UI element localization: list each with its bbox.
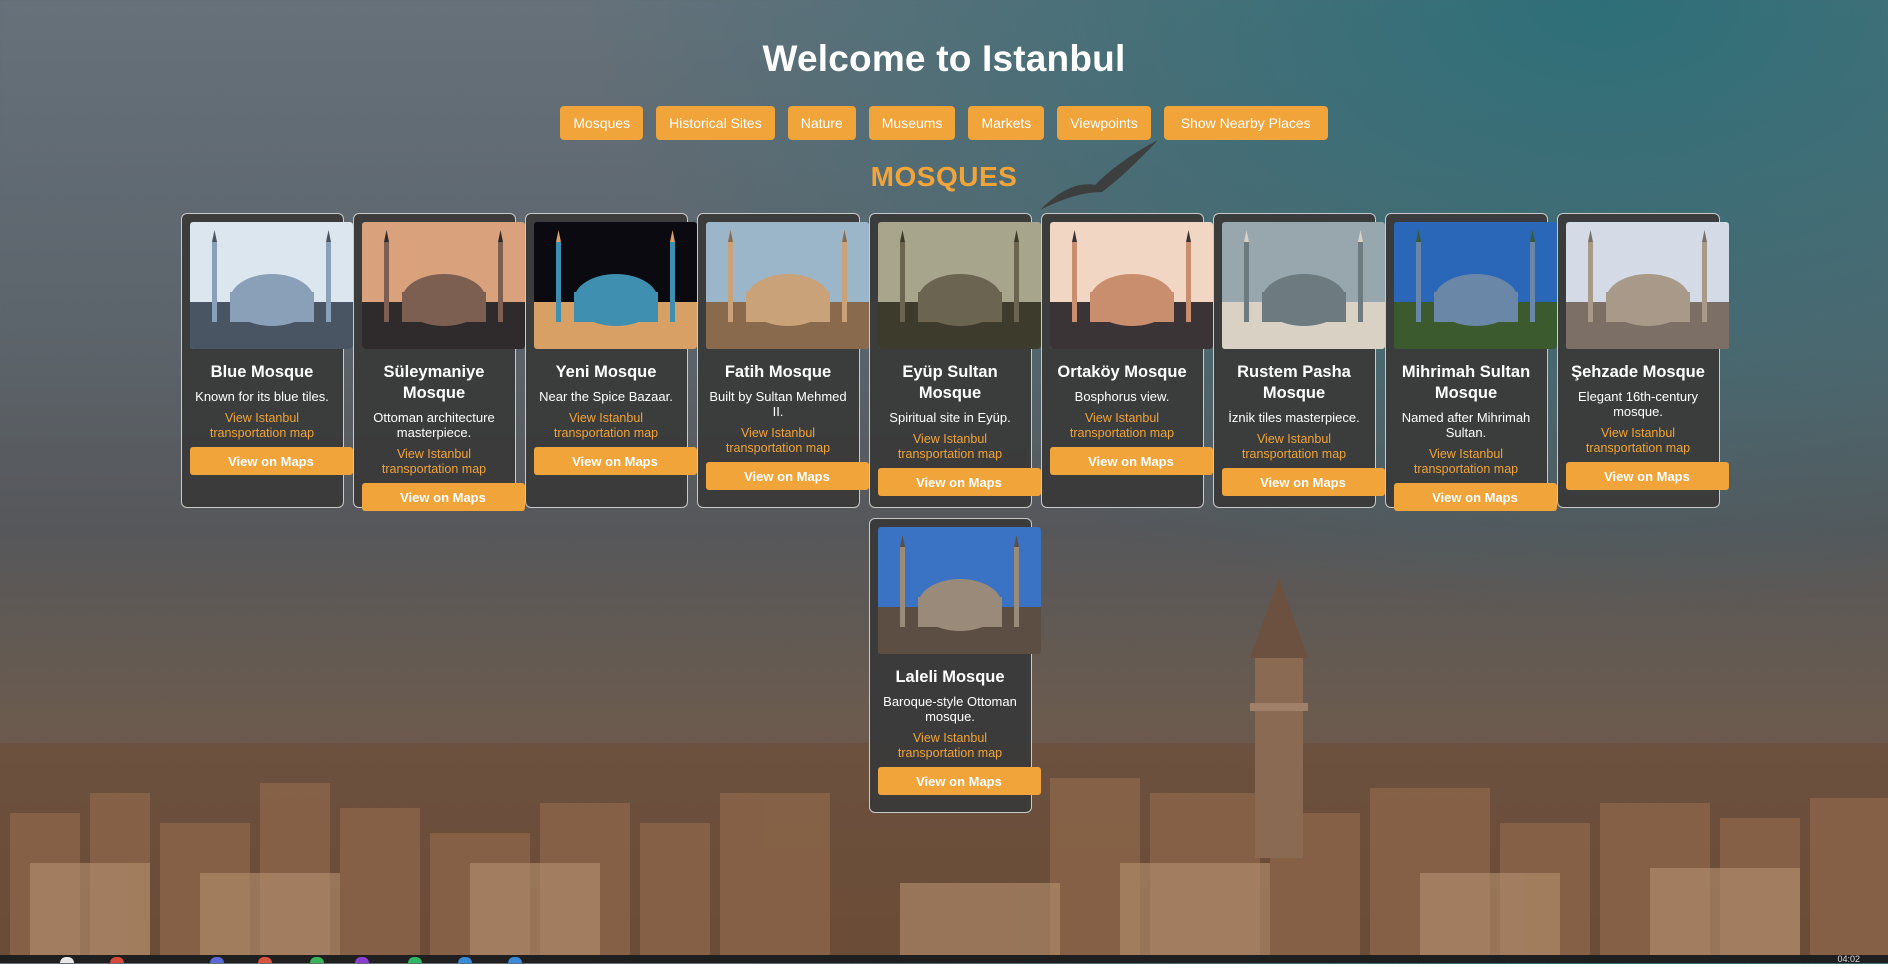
mosque-card: Süleymaniye Mosque Ottoman architecture m…: [352, 213, 525, 511]
mosque-card: Fatih Mosque Built by Sultan Mehmed II. Vi…: [696, 213, 869, 508]
view-on-maps-button[interactable]: View on Maps: [1221, 468, 1385, 496]
mosque-card: Rustem Pasha Mosque İznik tiles masterpie…: [1212, 213, 1385, 508]
transportation-map-link[interactable]: View Istanbul transportation map: [706, 426, 851, 456]
taskbar-clock: 04:02: [1837, 954, 1860, 964]
transportation-map-link[interactable]: View Istanbul transportation map: [878, 731, 1023, 761]
nav-markets-button[interactable]: Markets: [968, 106, 1045, 140]
mosque-card: Şehzade Mosque Elegant 16th-century mosqu…: [1556, 213, 1729, 508]
mosque-description: Known for its blue tiles.: [195, 389, 329, 404]
transportation-map-link[interactable]: View Istanbul transportation map: [1050, 411, 1195, 441]
mosque-card-grid: Blue Mosque Known for its blue tiles. View…: [95, 213, 1805, 813]
nav-mosques-button[interactable]: Mosques: [560, 106, 644, 140]
mosque-name: Ortaköy Mosque: [1057, 363, 1187, 381]
mosque-card: Laleli Mosque Baroque-style Ottoman mosqu…: [868, 518, 1041, 813]
mosque-description: Bosphorus view.: [1074, 389, 1170, 404]
mosque-photo: [533, 222, 697, 349]
mosque-name: Laleli Mosque: [895, 668, 1005, 686]
nav-nature-button[interactable]: Nature: [787, 106, 856, 140]
mosque-name: Mihrimah Sultan Mosque: [1401, 363, 1531, 402]
app-icon[interactable]: [355, 957, 369, 963]
mosque-photo: [361, 222, 525, 349]
section-heading: MOSQUES: [870, 161, 1018, 192]
mosque-card: Mihrimah Sultan Mosque Named after Mihrim…: [1384, 213, 1557, 511]
mosque-name: Yeni Mosque: [555, 363, 657, 381]
mosque-photo: [1565, 222, 1729, 349]
mosque-card: Yeni Mosque Near the Spice Bazaar. View Is…: [524, 213, 697, 508]
mosque-photo: [1221, 222, 1385, 349]
mosque-name: Blue Mosque: [210, 363, 314, 381]
mosque-photo: [189, 222, 353, 349]
mosque-photo: [1049, 222, 1213, 349]
view-on-maps-button[interactable]: View on Maps: [189, 447, 353, 475]
mosque-description: Near the Spice Bazaar.: [539, 389, 673, 404]
transportation-map-link[interactable]: View Istanbul transportation map: [362, 447, 507, 477]
nav-viewpoints-button[interactable]: Viewpoints: [1057, 106, 1151, 140]
mosque-description: Baroque-style Ottoman mosque.: [883, 694, 1017, 724]
mosque-description: Named after Mihrimah Sultan.: [1401, 410, 1531, 440]
view-on-maps-button[interactable]: View on Maps: [1565, 462, 1729, 490]
view-on-maps-button[interactable]: View on Maps: [361, 483, 525, 511]
taskbar: 04:02: [0, 954, 1888, 964]
view-on-maps-button[interactable]: View on Maps: [533, 447, 697, 475]
app-icon[interactable]: [310, 957, 324, 963]
app-icon[interactable]: [458, 957, 472, 963]
transportation-map-link[interactable]: View Istanbul transportation map: [1394, 447, 1539, 477]
browser-icon[interactable]: [110, 957, 124, 963]
mosque-name: Şehzade Mosque: [1571, 363, 1705, 381]
mosque-photo: [877, 527, 1041, 654]
view-on-maps-button[interactable]: View on Maps: [1393, 483, 1557, 511]
view-on-maps-button[interactable]: View on Maps: [705, 462, 869, 490]
mosque-card: Blue Mosque Known for its blue tiles. View…: [180, 213, 353, 508]
app-icon[interactable]: [508, 957, 522, 963]
mosque-name: Rustem Pasha Mosque: [1237, 363, 1351, 402]
show-nearby-places-button[interactable]: Show Nearby Places: [1163, 106, 1328, 140]
transportation-map-link[interactable]: View Istanbul transportation map: [878, 432, 1023, 462]
nav-museums-button[interactable]: Museums: [868, 106, 956, 140]
view-on-maps-button[interactable]: View on Maps: [877, 468, 1041, 496]
category-nav: Mosques Historical Sites Nature Museums …: [0, 106, 1888, 140]
transportation-map-link[interactable]: View Istanbul transportation map: [190, 411, 335, 441]
mosque-description: Spiritual site in Eyüp.: [889, 410, 1011, 425]
nav-historical-sites-button[interactable]: Historical Sites: [656, 106, 775, 140]
view-on-maps-button[interactable]: View on Maps: [877, 767, 1041, 795]
view-on-maps-button[interactable]: View on Maps: [1049, 447, 1213, 475]
transportation-map-link[interactable]: View Istanbul transportation map: [1566, 426, 1711, 456]
mosque-name: Eyüp Sultan Mosque: [902, 363, 998, 402]
mosque-photo: [877, 222, 1041, 349]
mosque-name: Fatih Mosque: [724, 363, 832, 381]
transportation-map-link[interactable]: View Istanbul transportation map: [534, 411, 679, 441]
page-title: Welcome to Istanbul: [762, 38, 1126, 79]
mosque-card: Eyüp Sultan Mosque Spiritual site in Eyüp…: [868, 213, 1041, 508]
transportation-map-link[interactable]: View Istanbul transportation map: [1222, 432, 1367, 462]
mosque-name: Süleymaniye Mosque: [383, 363, 485, 402]
mosque-description: Elegant 16th-century mosque.: [1578, 389, 1698, 419]
app-icon[interactable]: [258, 957, 272, 963]
app-icon[interactable]: [60, 957, 74, 963]
mosque-description: Built by Sultan Mehmed II.: [709, 389, 847, 419]
mosque-photo: [705, 222, 869, 349]
app-icon[interactable]: [408, 957, 422, 963]
mosque-description: Ottoman architecture masterpiece.: [373, 410, 495, 440]
mosque-card: Ortaköy Mosque Bosphorus view. View Istanb…: [1040, 213, 1213, 508]
app-icon[interactable]: [210, 957, 224, 963]
mosque-photo: [1393, 222, 1557, 349]
mosque-description: İznik tiles masterpiece.: [1228, 410, 1360, 425]
